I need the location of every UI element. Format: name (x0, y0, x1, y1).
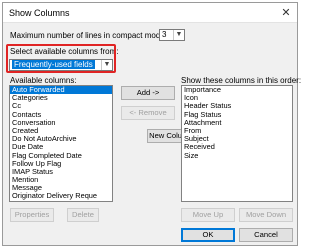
list-item[interactable]: Size (182, 151, 292, 160)
list-item[interactable]: Received (182, 143, 292, 151)
chevron-down-icon[interactable]: ▼ (173, 30, 184, 40)
dialog-title: Show Columns (9, 8, 70, 18)
properties-button[interactable]: Properties (10, 208, 54, 222)
compact-lines-dropdown[interactable]: 3 ▼ (159, 29, 185, 41)
move-down-button[interactable]: Move Down (239, 208, 293, 222)
list-item[interactable]: Importance (182, 86, 292, 94)
remove-button[interactable]: <- Remove (121, 106, 175, 120)
list-item[interactable]: Originator Delivery Reque (10, 192, 112, 200)
shown-columns-list[interactable]: Importance Icon Header Status Flag Status At… (181, 85, 293, 202)
show-columns-dialog: Show Columns ✕ Maximum number of lines i… (2, 2, 302, 246)
ok-button[interactable]: OK (181, 228, 235, 242)
add-button[interactable]: Add -> (121, 86, 175, 100)
available-columns-list[interactable]: Auto Forwarded Categories Cc Contacts Conver… (9, 85, 113, 202)
annotation-highlight-box (6, 44, 116, 73)
shown-columns-label: Show these columns in this order: (181, 76, 302, 85)
move-up-button[interactable]: Move Up (181, 208, 235, 222)
cancel-button[interactable]: Cancel (239, 228, 293, 242)
title-bar: Show Columns ✕ (3, 3, 297, 23)
available-columns-label: Available columns: (10, 76, 77, 85)
compact-lines-label: Maximum number of lines in compact mode: (10, 31, 167, 40)
list-item[interactable]: Categories (10, 93, 112, 102)
compact-lines-value: 3 (162, 30, 167, 39)
close-icon[interactable]: ✕ (277, 5, 295, 21)
delete-button[interactable]: Delete (67, 208, 99, 222)
